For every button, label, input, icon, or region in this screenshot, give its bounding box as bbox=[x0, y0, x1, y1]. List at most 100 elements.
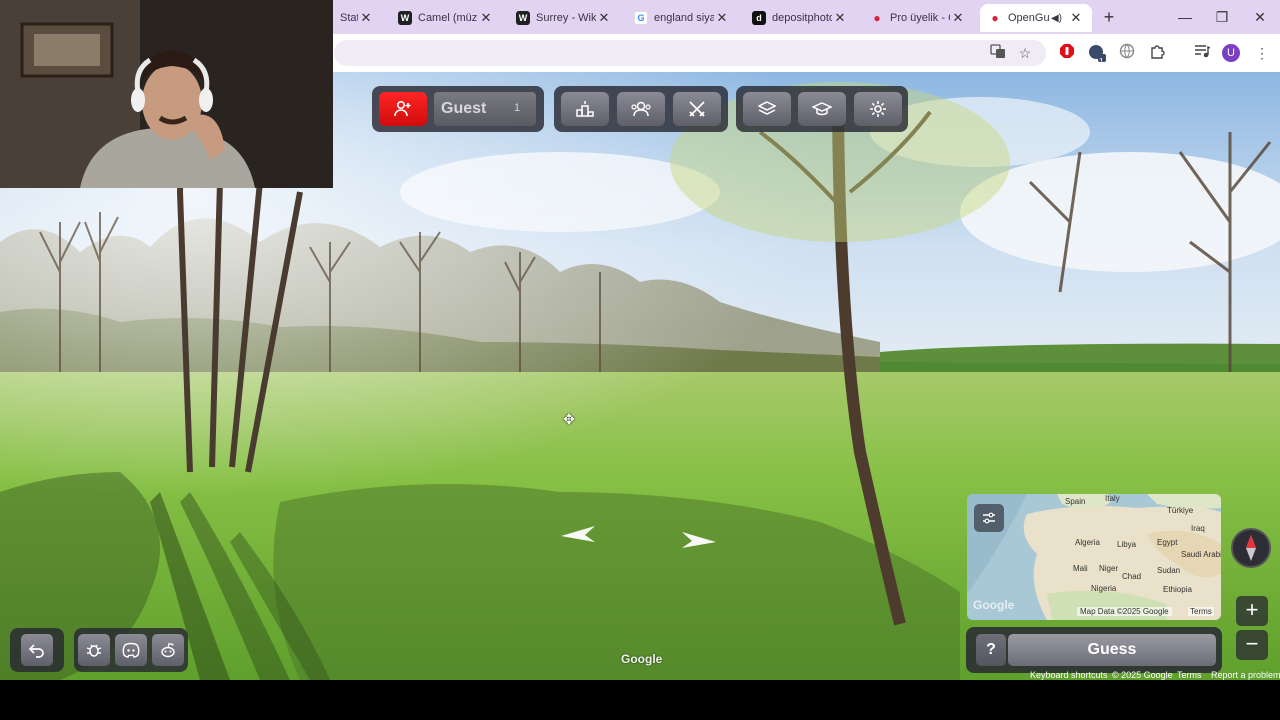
graduation-cap-icon bbox=[812, 102, 832, 116]
tab-title: Pro üyelik - O bbox=[890, 12, 950, 24]
map-settings-button[interactable] bbox=[974, 504, 1004, 532]
podium-button[interactable] bbox=[561, 92, 609, 126]
wikipedia-icon: W bbox=[516, 11, 530, 25]
move-cursor-icon: ✥ bbox=[563, 411, 575, 427]
users-group-icon bbox=[631, 101, 651, 117]
tab-title: Surrey - Wiki bbox=[536, 12, 596, 24]
tab-pro-uyelik[interactable]: ● Pro üyelik - O ✕ bbox=[862, 4, 974, 32]
opengeo-pin-icon: ● bbox=[991, 11, 999, 25]
tab-close-icon[interactable]: ✕ bbox=[714, 10, 730, 26]
map-label: Sudan bbox=[1157, 566, 1181, 575]
report-problem-link[interactable]: Report a problem bbox=[1211, 670, 1280, 680]
tab-openguessr[interactable]: ● OpenGu ◀) ✕ bbox=[980, 4, 1092, 32]
guess-button[interactable]: Guess bbox=[1008, 634, 1216, 666]
wikipedia-icon: W bbox=[398, 11, 412, 25]
settings-panel bbox=[736, 86, 908, 132]
reddit-icon bbox=[161, 642, 175, 658]
webcam-overlay bbox=[0, 0, 333, 188]
discord-button[interactable] bbox=[115, 634, 147, 666]
terms-link[interactable]: Terms bbox=[1177, 670, 1202, 680]
google-watermark: Google bbox=[621, 652, 663, 666]
map-label: Chad bbox=[1122, 572, 1142, 581]
opengeo-pin-icon: ● bbox=[873, 11, 881, 25]
player-name: Guest bbox=[441, 100, 487, 117]
tab-close-icon[interactable]: ✕ bbox=[358, 10, 374, 26]
learn-button[interactable] bbox=[798, 92, 846, 126]
close-window-button[interactable]: ✕ bbox=[1251, 8, 1269, 26]
tab-close-icon[interactable]: ✕ bbox=[950, 10, 966, 26]
compass-needle-icon bbox=[1246, 535, 1256, 561]
map-label: Türkiye bbox=[1167, 506, 1194, 515]
sliders-icon bbox=[983, 512, 995, 524]
party-button[interactable] bbox=[617, 92, 665, 126]
add-player-button[interactable] bbox=[379, 92, 427, 126]
tab-depositphotos[interactable]: d depositphoto ✕ bbox=[744, 4, 856, 32]
map-terms-link[interactable]: Terms bbox=[1188, 607, 1214, 616]
compass[interactable] bbox=[1231, 528, 1271, 568]
tab-close-icon[interactable]: ✕ bbox=[832, 10, 848, 26]
tab-stati[interactable]: Stati ✕ bbox=[332, 4, 382, 32]
tab-close-icon[interactable]: ✕ bbox=[478, 10, 494, 26]
address-bar[interactable] bbox=[334, 40, 1046, 66]
bug-icon bbox=[86, 644, 102, 657]
minimize-button[interactable]: — bbox=[1176, 8, 1194, 26]
layers-button[interactable] bbox=[743, 92, 791, 126]
map-label: Libya bbox=[1117, 540, 1137, 549]
nav-arrow-right-icon[interactable] bbox=[680, 530, 720, 550]
tab-title: depositphoto bbox=[772, 12, 832, 24]
tab-title: england siyas bbox=[654, 12, 714, 24]
restore-button[interactable]: ❐ bbox=[1213, 8, 1231, 26]
map-label: Saudi Arabia bbox=[1181, 550, 1221, 559]
map-label: Niger bbox=[1099, 564, 1119, 573]
tab-camel[interactable]: W Camel (müzik ✕ bbox=[390, 4, 502, 32]
extension-badge-count: 1 bbox=[1099, 57, 1104, 66]
discord-icon bbox=[122, 642, 140, 658]
map-label: Egypt bbox=[1157, 538, 1178, 547]
battle-button[interactable] bbox=[673, 92, 721, 126]
mode-panel bbox=[554, 86, 728, 132]
map-google-logo: Google bbox=[973, 598, 1015, 612]
map-label: Iraq bbox=[1191, 524, 1205, 533]
player-count: 1 bbox=[514, 102, 521, 114]
zoom-in-button[interactable]: + bbox=[1236, 596, 1268, 626]
copyright-text: © 2025 Google bbox=[1112, 670, 1173, 680]
map-label: Ethiopia bbox=[1163, 585, 1192, 594]
nav-arrow-left-icon[interactable] bbox=[557, 524, 597, 544]
media-queue-icon[interactable] bbox=[1192, 43, 1212, 63]
bookmark-star-icon[interactable]: ☆ bbox=[1015, 43, 1035, 63]
speaker-icon[interactable]: ◀) bbox=[1051, 13, 1062, 24]
extensions-puzzle-icon[interactable] bbox=[1148, 43, 1168, 63]
map-label: Spain bbox=[1065, 497, 1086, 506]
podium-icon bbox=[576, 101, 594, 117]
zoom-out-button[interactable]: − bbox=[1236, 630, 1268, 660]
tab-close-icon[interactable]: ✕ bbox=[1068, 10, 1084, 26]
extension-badge-icon[interactable]: 1 bbox=[1087, 43, 1107, 66]
globe-icon[interactable] bbox=[1117, 43, 1137, 63]
map-label: Nigeria bbox=[1091, 584, 1117, 593]
bug-report-button[interactable] bbox=[78, 634, 110, 666]
help-button[interactable]: ? bbox=[976, 634, 1006, 666]
adblock-icon[interactable] bbox=[1057, 43, 1077, 63]
profile-avatar[interactable]: U bbox=[1222, 44, 1240, 62]
back-panel bbox=[10, 628, 64, 672]
map-data-text: Map Data ©2025 Google bbox=[1077, 607, 1172, 616]
depositphotos-icon: d bbox=[752, 11, 766, 25]
undo-arrow-icon bbox=[29, 644, 44, 658]
settings-button[interactable] bbox=[854, 92, 902, 126]
translate-icon[interactable] bbox=[988, 43, 1008, 63]
back-button[interactable] bbox=[21, 634, 53, 666]
tab-title: OpenGu bbox=[1008, 12, 1050, 24]
reddit-button[interactable] bbox=[152, 634, 184, 666]
tab-close-icon[interactable]: ✕ bbox=[596, 10, 612, 26]
layers-icon bbox=[758, 101, 776, 115]
map-label: Italy bbox=[1105, 494, 1120, 503]
menu-kebab-icon[interactable]: ⋮ bbox=[1252, 43, 1272, 63]
keyboard-shortcuts-link[interactable]: Keyboard shortcuts bbox=[1030, 670, 1108, 680]
tab-title: Stati bbox=[340, 12, 358, 24]
crossed-swords-icon bbox=[689, 101, 705, 117]
add-user-icon bbox=[394, 100, 411, 117]
tab-england[interactable]: G england siyas ✕ bbox=[626, 4, 738, 32]
map-label: Mali bbox=[1073, 564, 1088, 573]
tab-surrey[interactable]: W Surrey - Wiki ✕ bbox=[508, 4, 620, 32]
new-tab-button[interactable]: + bbox=[1100, 6, 1118, 28]
